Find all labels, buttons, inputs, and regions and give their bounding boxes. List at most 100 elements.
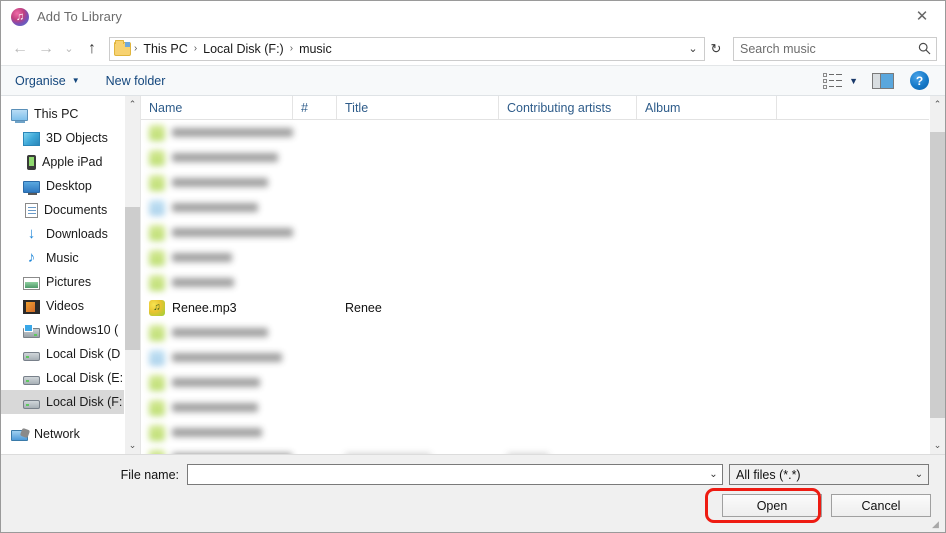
table-row[interactable]	[141, 345, 929, 370]
sidebar-item-music[interactable]: ♪ Music	[1, 246, 124, 270]
help-icon[interactable]: ?	[910, 71, 929, 90]
breadcrumb-music[interactable]: music	[294, 42, 337, 56]
obscured-text	[172, 228, 293, 237]
sidebar-item-label: Desktop	[46, 179, 92, 193]
sidebar-item-local-disk-d[interactable]: Local Disk (D	[1, 342, 124, 366]
sidebar-item-videos[interactable]: Videos	[1, 294, 124, 318]
window-title: Add To Library	[37, 9, 122, 24]
column-header-name[interactable]: Name	[141, 96, 293, 119]
search-icon[interactable]	[912, 38, 936, 60]
sidebar-item-windows10[interactable]: Windows10 (	[1, 318, 124, 342]
file-type-icon	[149, 149, 165, 166]
table-row[interactable]	[141, 170, 929, 195]
organise-button[interactable]: Organise ▼	[15, 74, 80, 88]
sidebar-item-label: Downloads	[46, 227, 108, 241]
column-header-number[interactable]: #	[293, 96, 337, 119]
table-row[interactable]	[141, 220, 929, 245]
navigation-pane-scrollbar[interactable]: ⌃ ⌄	[124, 96, 140, 454]
filename-row: File name: ⌄ All files (*.*) ⌄	[1, 455, 945, 485]
table-row[interactable]	[141, 395, 929, 420]
up-button[interactable]: ↑	[79, 36, 105, 62]
scrollbar-track[interactable]	[125, 113, 140, 437]
file-type-icon	[149, 349, 165, 366]
sidebar-item-label: Documents	[44, 203, 108, 217]
file-list-scrollbar[interactable]: ⌃ ⌄	[929, 96, 945, 454]
scroll-up-icon[interactable]: ⌃	[125, 96, 140, 113]
filename-input[interactable]	[188, 466, 705, 483]
sidebar-item-label: Local Disk (D	[46, 347, 121, 361]
refresh-icon[interactable]: ↻	[705, 38, 727, 60]
cancel-button[interactable]: Cancel	[831, 494, 931, 517]
file-type-icon	[149, 324, 165, 341]
new-folder-button[interactable]: New folder	[106, 74, 166, 88]
chevron-down-icon[interactable]: ⌄	[705, 469, 722, 480]
sidebar-item-local-disk-e[interactable]: Local Disk (E:	[1, 366, 124, 390]
scroll-up-icon[interactable]: ⌃	[930, 96, 945, 113]
sidebar-item-local-disk-f[interactable]: Local Disk (F:	[1, 390, 124, 414]
sidebar-item-label: Windows10 (	[46, 323, 119, 337]
breadcrumb-local-disk-f[interactable]: Local Disk (F:)	[198, 42, 289, 56]
documents-icon	[25, 202, 38, 218]
view-options-chevron-down-icon[interactable]: ▼	[849, 76, 858, 86]
button-row: Open Cancel	[1, 485, 945, 523]
file-name-cell	[141, 124, 293, 141]
table-row[interactable]	[141, 120, 929, 145]
file-name-cell	[141, 174, 293, 191]
close-icon[interactable]: ✕	[899, 1, 945, 31]
column-header-title[interactable]: Title	[337, 96, 499, 119]
sidebar-item-documents[interactable]: Documents	[1, 198, 124, 222]
back-button[interactable]: ←	[7, 36, 33, 62]
table-row[interactable]	[141, 245, 929, 270]
column-header-contributing-artists[interactable]: Contributing artists	[499, 96, 637, 119]
sidebar-item-apple-ipad[interactable]: Apple iPad	[1, 150, 124, 174]
scrollbar-thumb[interactable]	[125, 206, 140, 350]
forward-button[interactable]: →	[33, 36, 59, 62]
scrollbar-thumb[interactable]	[930, 132, 945, 418]
table-row[interactable]: Renee.mp3 Renee	[141, 295, 929, 320]
table-row[interactable]	[141, 445, 929, 454]
address-bar[interactable]: › This PC › Local Disk (F:) › music ⌄	[109, 36, 705, 61]
sidebar-item-pictures[interactable]: Pictures	[1, 270, 124, 294]
chevron-down-icon[interactable]: ⌄	[682, 38, 704, 60]
dialog-body: This PC 3D Objects Apple iPad Desktop Do…	[1, 96, 945, 454]
table-row[interactable]	[141, 195, 929, 220]
table-row[interactable]	[141, 145, 929, 170]
computer-icon	[11, 109, 28, 123]
file-type-icon	[149, 224, 165, 241]
sidebar-item-label: Apple iPad	[42, 155, 103, 169]
scrollbar-track[interactable]	[930, 113, 945, 437]
chevron-down-icon[interactable]: ⌄	[910, 469, 928, 480]
table-row[interactable]	[141, 370, 929, 395]
table-row[interactable]	[141, 270, 929, 295]
desktop-icon	[23, 181, 40, 195]
organise-label: Organise	[15, 73, 66, 88]
sidebar-item-3d-objects[interactable]: 3D Objects	[1, 126, 124, 150]
file-type-icon	[149, 174, 165, 191]
open-button[interactable]: Open	[722, 494, 822, 517]
breadcrumb-this-pc[interactable]: This PC	[138, 42, 192, 56]
table-row[interactable]	[141, 420, 929, 445]
sidebar-item-desktop[interactable]: Desktop	[1, 174, 124, 198]
sidebar-item-downloads[interactable]: ↓ Downloads	[1, 222, 124, 246]
scroll-down-icon[interactable]: ⌄	[125, 437, 140, 454]
filename-field[interactable]: ⌄	[187, 464, 723, 485]
sidebar-item-network[interactable]: Network	[1, 422, 124, 446]
title-cell: Renee	[345, 300, 382, 315]
scroll-down-icon[interactable]: ⌄	[930, 437, 945, 454]
music-icon: ♪	[27, 249, 36, 266]
recent-locations-button[interactable]: ⌄	[59, 36, 79, 62]
preview-pane-icon[interactable]	[872, 72, 894, 89]
view-options-icon[interactable]	[823, 72, 843, 89]
search-input[interactable]	[734, 40, 912, 57]
add-to-library-dialog: Add To Library ✕ ← → ⌄ ↑ › This PC › Loc…	[0, 0, 946, 533]
obscured-text	[172, 353, 282, 362]
file-name-label: Renee.mp3	[172, 300, 237, 315]
disk-icon	[23, 400, 40, 409]
file-type-select[interactable]: All files (*.*) ⌄	[729, 464, 929, 485]
column-header-album[interactable]: Album	[637, 96, 777, 119]
search-box[interactable]	[733, 36, 937, 61]
table-row[interactable]	[141, 320, 929, 345]
sidebar-item-this-pc[interactable]: This PC	[1, 102, 124, 126]
navigation-bar: ← → ⌄ ↑ › This PC › Local Disk (F:) › mu…	[1, 32, 945, 65]
resize-grip-icon[interactable]: ◢	[932, 520, 942, 530]
